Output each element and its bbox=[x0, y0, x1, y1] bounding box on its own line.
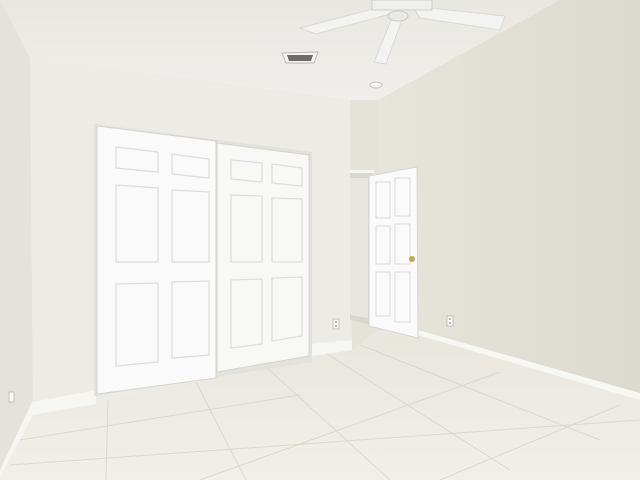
electrical-outlet-icon bbox=[446, 315, 454, 327]
left-wall bbox=[0, 0, 33, 478]
closet-door-right[interactable] bbox=[216, 142, 310, 373]
closet-door-left[interactable] bbox=[96, 125, 217, 395]
doorway-hall-wall bbox=[350, 178, 368, 318]
electrical-outlet-icon bbox=[332, 318, 340, 330]
open-bedroom-door[interactable] bbox=[368, 166, 419, 339]
electrical-outlet-icon bbox=[8, 391, 15, 403]
door-knob-icon[interactable] bbox=[409, 256, 415, 262]
smoke-detector-icon bbox=[369, 81, 383, 89]
air-vent-icon bbox=[281, 51, 319, 64]
doorway-frame bbox=[350, 170, 374, 173]
empty-bedroom-scene bbox=[0, 0, 640, 480]
